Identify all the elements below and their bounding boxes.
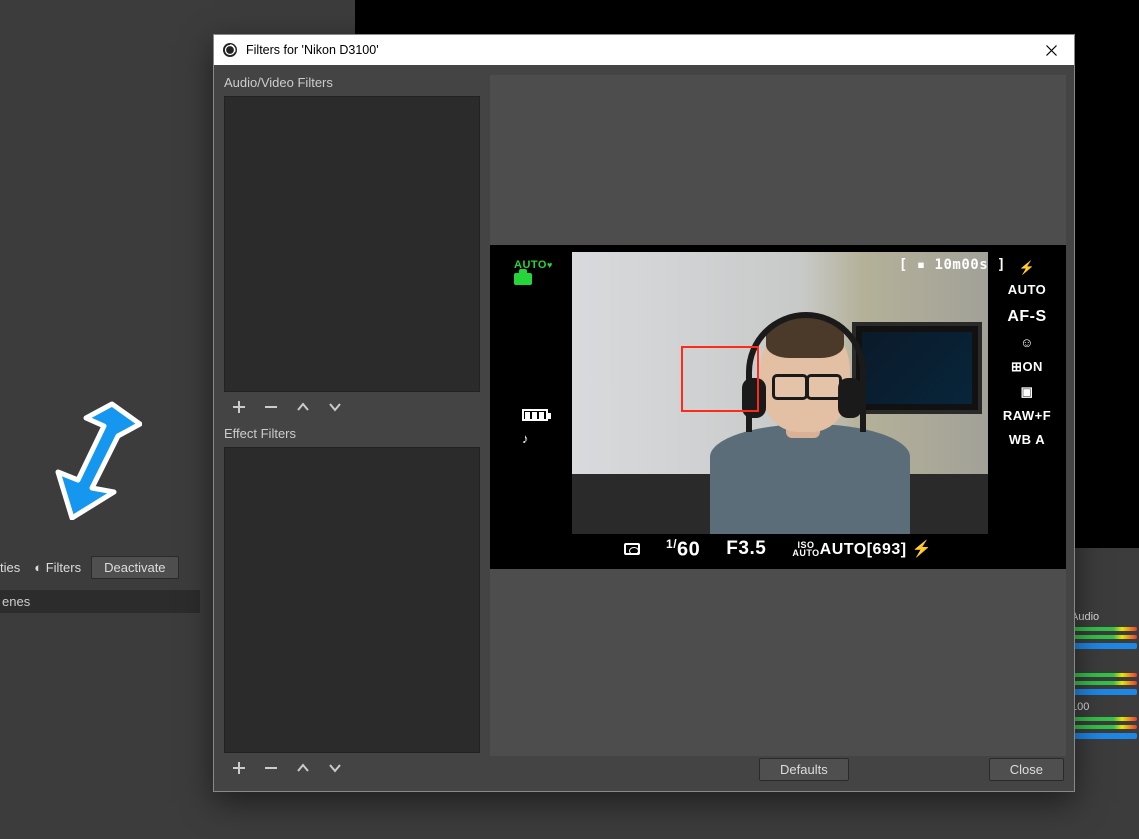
effect-filters-label: Effect Filters [224, 426, 480, 441]
osd-flash-mode: ⚡ AUTO [1002, 257, 1052, 301]
av-filters-list[interactable] [224, 96, 480, 392]
properties-label: ties [0, 560, 20, 575]
chevron-down-icon [327, 399, 343, 415]
osd-iso-value: [693] [867, 541, 907, 558]
audio-meter-1b [1069, 635, 1137, 639]
properties-button[interactable]: ties [0, 557, 24, 578]
osd-battery-audio: ♪ [522, 409, 548, 446]
volume-slider-1[interactable] [1069, 643, 1137, 649]
scenes-text: enes [2, 594, 30, 609]
chevron-up-icon [295, 760, 311, 776]
osd-crop: ▣ [1002, 381, 1052, 403]
close-dialog-button[interactable]: Close [989, 758, 1064, 781]
osd-face-detect: ☺ [1002, 332, 1052, 354]
audio-meter-2 [1069, 673, 1137, 677]
audio-meter-2b [1069, 681, 1137, 685]
add-av-filter-button[interactable] [230, 398, 248, 416]
remove-effect-filter-button[interactable] [262, 759, 280, 777]
audio-note-icon: ♪ [522, 431, 529, 446]
move-av-filter-up-button[interactable] [294, 398, 312, 416]
osd-af-mode: AF-S [1002, 303, 1052, 330]
effect-filters-list[interactable] [224, 447, 480, 753]
filters-icon: ◐ [34, 560, 42, 575]
filters-label: Filters [46, 560, 81, 575]
osd-white-balance: WB A [1002, 429, 1052, 451]
audio-meter-3b [1069, 725, 1137, 729]
defaults-button[interactable]: Defaults [759, 758, 849, 781]
obs-icon [222, 42, 238, 58]
filters-button[interactable]: ◐ Filters [30, 557, 85, 578]
osd-active-dlight: ⊞ON [1002, 356, 1052, 378]
minus-icon [263, 399, 279, 415]
remove-av-filter-button[interactable] [262, 398, 280, 416]
scenes-dock-title: enes [0, 590, 200, 613]
battery-icon [522, 409, 548, 421]
effect-filters-controls [224, 757, 480, 783]
move-av-filter-down-button[interactable] [326, 398, 344, 416]
osd-rec-time: [ ▪ 10m00s ] [899, 257, 1006, 273]
plus-icon [231, 760, 247, 776]
af-focus-box [681, 346, 759, 412]
filter-preview: AUTO♥ [ ▪ 10m00s ] ⚡ AUTO AF-S ☺ ⊞ON ▣ R… [490, 75, 1066, 756]
camera-icon [514, 273, 532, 285]
volume-slider-3[interactable] [1069, 733, 1137, 739]
av-filters-label: Audio/Video Filters [224, 75, 480, 90]
av-filters-controls [224, 396, 480, 422]
audio-meter-3 [1069, 717, 1137, 721]
chevron-down-icon [327, 760, 343, 776]
move-effect-filter-up-button[interactable] [294, 759, 312, 777]
osd-flash-ready: ⚡ [912, 541, 932, 558]
osd-image-quality: RAW+F [1002, 405, 1052, 427]
audio-meter-1 [1069, 627, 1137, 631]
osd-right-settings: ⚡ AUTO AF-S ☺ ⊞ON ▣ RAW+F WB A [1002, 257, 1052, 453]
defaults-label: Defaults [780, 762, 828, 777]
osd-iso: ISOAUTOAUTO[693] ⚡ [792, 539, 932, 559]
dialog-title: Filters for 'Nikon D3100' [246, 43, 379, 57]
audio-mixer-partial: Audio 100 [1069, 605, 1139, 743]
source-controls: ties ◐ Filters Deactivate [0, 556, 200, 579]
osd-iso-mode: AUTO [820, 541, 867, 558]
dialog-footer: Defaults Close [490, 756, 1066, 783]
deactivate-button[interactable]: Deactivate [91, 556, 178, 579]
osd-mode: AUTO♥ [514, 259, 553, 285]
metering-icon [624, 543, 640, 555]
dialog-titlebar[interactable]: Filters for 'Nikon D3100' [214, 35, 1074, 65]
dialog-body: Audio/Video Filters Effect Filters [214, 65, 1074, 791]
close-button[interactable] [1028, 35, 1074, 66]
move-effect-filter-down-button[interactable] [326, 759, 344, 777]
osd-aperture: F3.5 [726, 538, 766, 560]
filters-dialog: Filters for 'Nikon D3100' Audio/Video Fi… [213, 34, 1075, 792]
chevron-up-icon [295, 399, 311, 415]
filters-left-column: Audio/Video Filters Effect Filters [224, 75, 480, 783]
audio-track-label: Audio [1069, 611, 1139, 623]
camera-live-view [572, 252, 988, 534]
deactivate-label: Deactivate [104, 560, 165, 575]
camera-feed: AUTO♥ [ ▪ 10m00s ] ⚡ AUTO AF-S ☺ ⊞ON ▣ R… [490, 245, 1066, 569]
volume-slider-2[interactable] [1069, 689, 1137, 695]
add-effect-filter-button[interactable] [230, 759, 248, 777]
plus-icon [231, 399, 247, 415]
filter-preview-column: AUTO♥ [ ▪ 10m00s ] ⚡ AUTO AF-S ☺ ⊞ON ▣ R… [490, 75, 1066, 783]
osd-exposure-info: 1/60 F3.5 ISOAUTOAUTO[693] ⚡ [490, 537, 1066, 561]
audio-level-label: 100 [1069, 701, 1139, 713]
minus-icon [263, 760, 279, 776]
close-label: Close [1010, 762, 1043, 777]
close-icon [1046, 45, 1057, 56]
osd-shutter: 1/60 [666, 537, 700, 561]
